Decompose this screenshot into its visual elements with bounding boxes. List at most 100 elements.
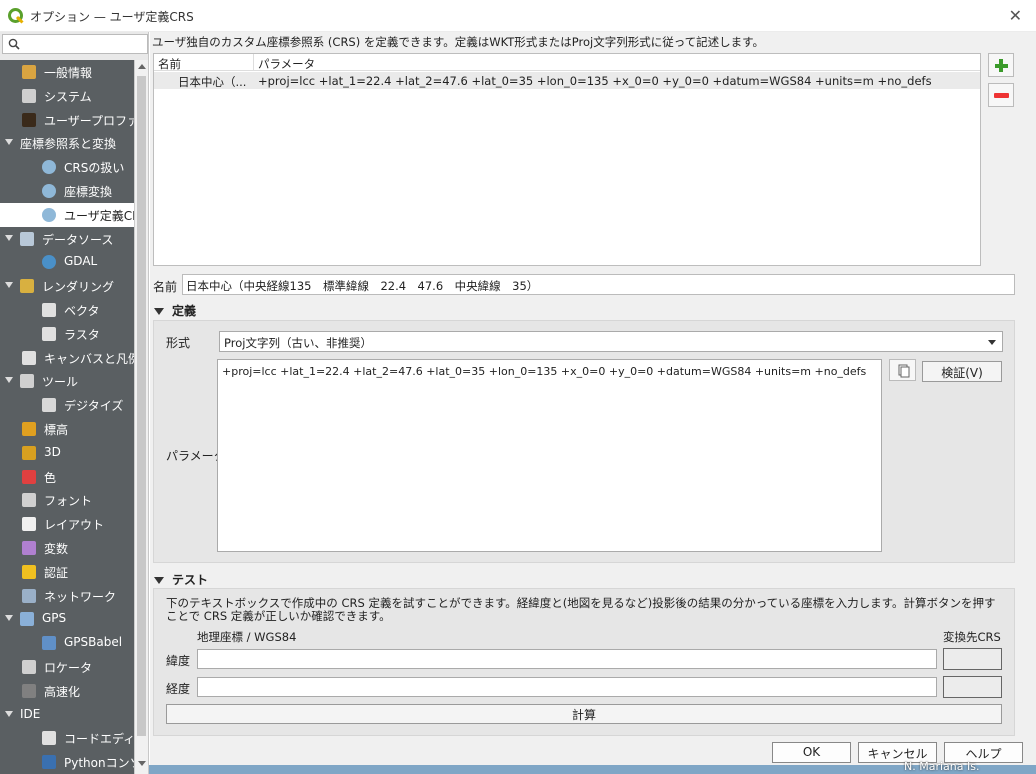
sidebar-item-label: ラスタ — [64, 327, 100, 342]
brush-icon — [20, 279, 34, 294]
sidebar-item-label: 高速化 — [44, 684, 81, 699]
longitude-input[interactable] — [197, 677, 937, 697]
sidebar-item[interactable]: 座標参照系と変換 — [0, 131, 134, 156]
format-select[interactable]: Proj文字列（古い、非推奨） — [219, 331, 1003, 352]
sidebar-item[interactable]: データソース — [0, 226, 134, 251]
column-header-params[interactable]: パラメータ — [258, 56, 315, 72]
sidebar-item[interactable]: Pythonコンソール — [0, 750, 134, 774]
sidebar-item[interactable]: 認証 — [0, 559, 134, 584]
sidebar-item[interactable]: キャンバスと凡例 — [0, 345, 134, 370]
sidebar-item[interactable]: 3D — [0, 440, 134, 465]
qgis-logo-icon — [8, 8, 24, 24]
copy-icon — [898, 364, 910, 378]
sidebar-item-label: ユーザープロファイル — [44, 113, 134, 128]
sidebar-nav-list: 一般情報システムユーザープロファイル座標参照系と変換 CRSの扱い座標変換ユーザ定… — [0, 60, 134, 774]
gear-icon — [22, 88, 36, 103]
expand-arrow-icon[interactable] — [5, 234, 13, 241]
sidebar-item[interactable]: デジタイズ — [0, 393, 134, 418]
sidebar-item[interactable]: CRSの扱い — [0, 155, 134, 180]
digitize-icon — [42, 398, 56, 413]
sidebar-item-label: レイアウト — [44, 518, 105, 533]
background-map-strip — [149, 765, 1036, 774]
dest-y-output — [943, 648, 1002, 670]
sidebar-item[interactable]: IDE — [0, 702, 134, 727]
definition-section-header[interactable]: 定義 — [154, 302, 196, 319]
sidebar-item[interactable]: 高速化 — [0, 678, 134, 703]
test-description: 下のテキストボックスで作成中の CRS 定義を試すことができます。経緯度と(地図… — [166, 596, 996, 623]
sidebar-item[interactable]: システム — [0, 83, 134, 108]
sidebar-item[interactable]: ベクタ — [0, 298, 134, 322]
latitude-input[interactable] — [197, 649, 937, 669]
sidebar-item-label: IDE — [20, 706, 41, 721]
sidebar-item[interactable]: GPSBabel — [0, 631, 134, 656]
sidebar-item[interactable]: コードエディタ — [0, 726, 134, 751]
test-section-title: テスト — [172, 573, 209, 587]
sidebar-item-label: 一般情報 — [44, 66, 93, 80]
sidebar-item[interactable]: 座標変換 — [0, 179, 134, 203]
column-header-name[interactable]: 名前 — [158, 56, 181, 72]
expand-arrow-icon[interactable] — [5, 710, 13, 717]
table-row[interactable]: 日本中心（... +proj=lcc +lat_1=22.4 +lat_2=47… — [154, 72, 980, 89]
table-icon — [20, 231, 34, 246]
format-select-value: Proj文字列（古い、非推奨） — [224, 336, 372, 350]
variable-icon — [22, 541, 36, 555]
expand-arrow-icon[interactable] — [5, 615, 13, 622]
sidebar-item-label: キャンバスと凡例 — [44, 351, 134, 366]
sidebar-scrollbar[interactable] — [134, 60, 148, 774]
params-textarea[interactable]: +proj=lcc +lat_1=22.4 +lat_2=47.6 +lat_0… — [217, 359, 882, 552]
sidebar-item[interactable]: ラスタ — [0, 321, 134, 346]
sidebar-item[interactable]: フォント — [0, 488, 134, 513]
sidebar-item-label: 色 — [44, 470, 57, 485]
sidebar-item[interactable]: ネットワーク — [0, 583, 134, 608]
format-label: 形式 — [166, 336, 191, 350]
sidebar-item[interactable]: レイアウト — [0, 512, 134, 537]
options-sidebar: 一般情報システムユーザープロファイル座標参照系と変換 CRSの扱い座標変換ユーザ定… — [0, 32, 149, 774]
sidebar-item[interactable]: ツール — [0, 369, 134, 394]
minus-icon — [994, 93, 1009, 98]
intro-text: ユーザ独自のカスタム座標参照系 (CRS) を定義できます。定義はWKT形式また… — [152, 35, 764, 49]
search-icon — [8, 38, 20, 50]
ok-button[interactable]: OK — [772, 742, 851, 763]
sidebar-item[interactable]: ロケータ — [0, 655, 134, 679]
add-crs-button[interactable] — [988, 53, 1014, 77]
copy-button[interactable] — [889, 359, 916, 381]
color-grid-icon — [22, 469, 36, 484]
sidebar-item[interactable]: GDAL — [0, 250, 134, 275]
longitude-label: 経度 — [166, 682, 191, 696]
scroll-down-icon[interactable] — [138, 761, 146, 766]
expand-arrow-icon[interactable] — [5, 139, 13, 146]
cube-3d-icon — [22, 445, 36, 460]
dest-crs-label: 変換先CRS — [943, 630, 1001, 644]
test-section-header[interactable]: テスト — [154, 571, 208, 588]
canvas-icon — [22, 350, 36, 365]
sidebar-item[interactable]: 色 — [0, 464, 134, 489]
sidebar-item-label: CRSの扱い — [64, 161, 125, 176]
close-icon[interactable]: ✕ — [1009, 6, 1022, 25]
search-input[interactable] — [2, 34, 148, 54]
sidebar-item[interactable]: ユーザ定義CRS — [0, 202, 134, 227]
remove-crs-button[interactable] — [988, 83, 1014, 107]
sidebar-item[interactable]: ユーザープロファイル — [0, 107, 134, 132]
globe-icon — [42, 160, 56, 175]
crs-row-params: +proj=lcc +lat_1=22.4 +lat_2=47.6 +lat_0… — [258, 74, 932, 88]
validate-button[interactable]: 検証(V) — [922, 361, 1002, 382]
scroll-up-icon[interactable] — [138, 64, 146, 69]
collapse-arrow-icon — [154, 577, 164, 584]
title-bar: オプション — ユーザ定義CRS ✕ — [0, 0, 1036, 32]
sidebar-item-label: レンダリング — [42, 280, 115, 295]
calculate-button[interactable]: 計算 — [166, 704, 1002, 724]
sidebar-item[interactable]: GPS — [0, 607, 134, 632]
crs-table[interactable]: 名前 パラメータ 日本中心（... +proj=lcc +lat_1=22.4 … — [153, 53, 981, 266]
sidebar-item-label: 変数 — [44, 542, 69, 556]
sidebar-item[interactable]: 一般情報 — [0, 60, 134, 84]
name-input[interactable]: 日本中心（中央経線135 標準緯線 22.4 47.6 中央緯線 35） — [182, 274, 1015, 295]
expand-arrow-icon[interactable] — [5, 377, 13, 384]
scrollbar-thumb[interactable] — [137, 76, 146, 736]
sidebar-item[interactable]: レンダリング — [0, 274, 134, 299]
name-label: 名前 — [153, 280, 178, 294]
sidebar-item[interactable]: 変数 — [0, 536, 134, 560]
sidebar-item-label: 座標変換 — [64, 185, 113, 199]
sidebar-item[interactable]: 標高 — [0, 417, 134, 441]
expand-arrow-icon[interactable] — [5, 282, 13, 289]
raster-icon — [42, 326, 56, 341]
